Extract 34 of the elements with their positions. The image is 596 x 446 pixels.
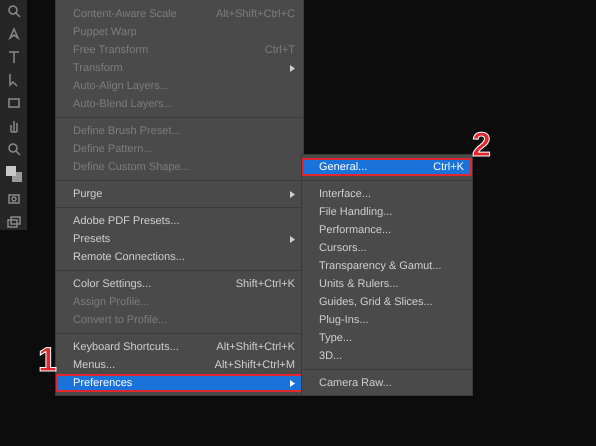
menu-item[interactable]: Keyboard Shortcuts... Alt+Shift+Ctrl+K xyxy=(56,338,303,356)
menu-item[interactable]: File Handling... xyxy=(302,203,472,221)
menu-item[interactable]: Remote Connections... xyxy=(56,248,303,266)
menu-item[interactable]: Interface... xyxy=(302,185,472,203)
menu-item[interactable]: Presets xyxy=(56,230,303,248)
mask-icon[interactable] xyxy=(6,192,20,206)
menu-item[interactable]: Performance... xyxy=(302,221,472,239)
pen-icon[interactable] xyxy=(6,27,20,41)
menu-item[interactable]: Menus... Alt+Shift+Ctrl+M xyxy=(56,356,303,374)
color-swatches-icon[interactable] xyxy=(4,165,22,183)
step-number: 1 xyxy=(38,343,57,377)
menu-item[interactable]: Purge xyxy=(56,185,303,203)
menu-item[interactable]: 3D... xyxy=(302,347,472,365)
menu-item[interactable]: Camera Raw... xyxy=(302,374,472,392)
zoom-icon[interactable] xyxy=(6,142,20,156)
menu-item[interactable]: Plug-Ins... xyxy=(302,311,472,329)
shortcut-text: Alt+Shift+Ctrl+K xyxy=(216,342,295,352)
text-tool-icon[interactable] xyxy=(6,50,20,64)
menu-item[interactable]: Guides, Grid & Slices... xyxy=(302,293,472,311)
menu-item[interactable]: Type... xyxy=(302,329,472,347)
screen-mode-icon[interactable] xyxy=(6,215,20,229)
menu-item[interactable]: Adobe PDF Presets... xyxy=(56,212,303,230)
menu-item[interactable]: Preferences xyxy=(56,374,303,392)
menu-item[interactable]: General... Ctrl+K xyxy=(302,158,472,176)
step-number: 2 xyxy=(472,128,491,162)
shortcut-text: Shift+Ctrl+K xyxy=(236,278,295,290)
shortcut-text: Alt+Shift+Ctrl+M xyxy=(214,360,295,370)
menu-item[interactable]: Transparency & Gamut... xyxy=(302,257,472,275)
menu-item[interactable]: Cursors... xyxy=(302,239,472,257)
menu-item[interactable]: Color Settings... Shift+Ctrl+K xyxy=(56,275,303,293)
rectangle-icon[interactable] xyxy=(6,96,20,110)
menu-item[interactable]: Units & Rulers... xyxy=(302,275,472,293)
shortcut-text: Ctrl+K xyxy=(433,162,464,172)
magnifier-icon[interactable] xyxy=(6,4,20,18)
